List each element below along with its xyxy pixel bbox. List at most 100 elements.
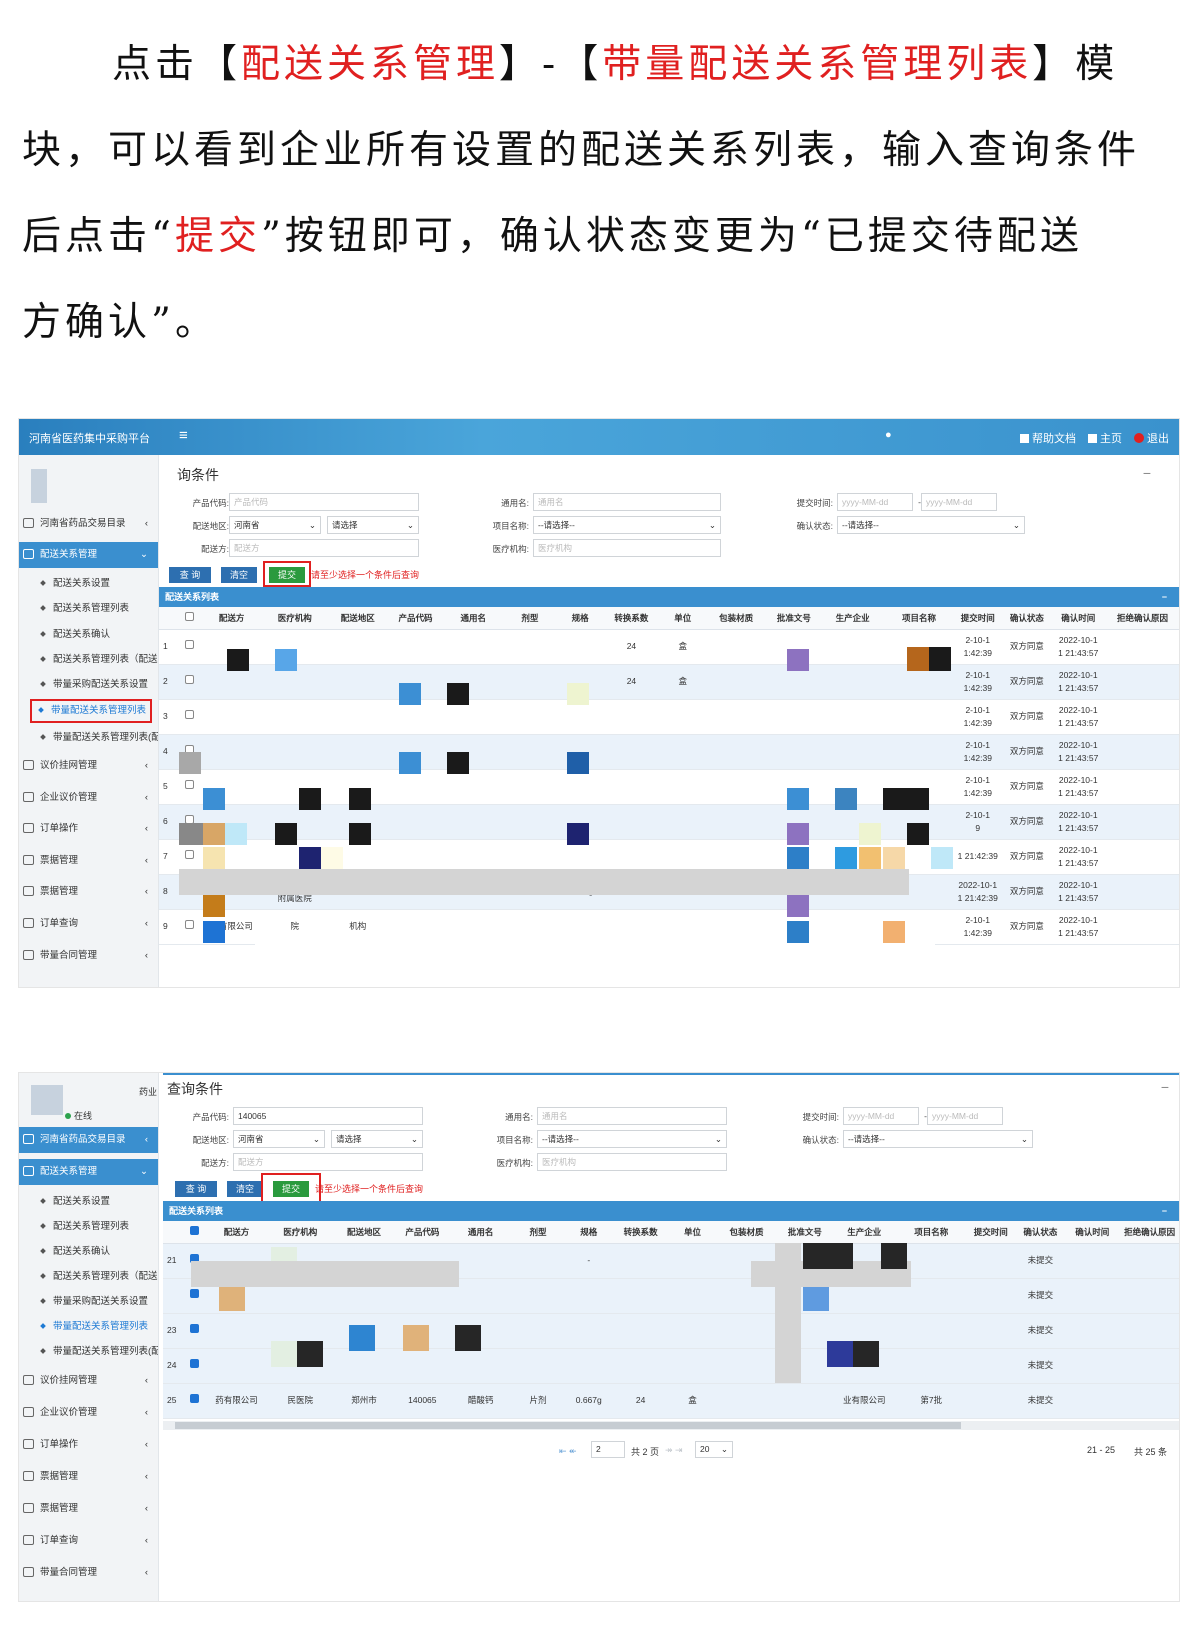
row-checkbox-cell[interactable] [182,1383,207,1419]
scrollbar-thumb[interactable] [175,1422,961,1429]
page-number-input[interactable]: 2 [591,1441,625,1458]
sidebar-sub-item[interactable]: 配送关系管理列表（配送） [19,647,158,673]
sidebar-sub-item[interactable]: 带量配送关系管理列表(配送 [19,725,158,751]
sidebar-item-group[interactable]: 票据管理 ‹ [19,879,158,905]
column-header[interactable]: 提交时间 [966,1221,1015,1244]
product-code-input[interactable]: 产品代码 [229,493,419,511]
sidebar-item-group[interactable]: 企业议价管理 ‹ [19,785,158,811]
sidebar-item-delivery-mgmt[interactable]: 配送关系管理 ⌄ [19,542,158,568]
sidebar-item-group[interactable]: 订单操作 ‹ [19,1432,158,1458]
column-header[interactable]: 剂型 [510,1221,565,1244]
row-checkbox[interactable] [185,710,195,719]
column-header[interactable]: 提交时间 [954,607,1002,630]
sidebar-item-catalog[interactable]: 河南省药品交易目录 ‹ [19,511,158,537]
query-button[interactable]: 查 询 [169,567,211,583]
table-row[interactable]: 3 2-10-1 1:42:39 双方同意 2022-10-1 1 21:43:57 [159,699,1179,735]
sidebar-item-volume-delivery-list[interactable]: 带量配送关系管理列表 [29,698,153,724]
table-row[interactable]: 25 药有限公司 民医院 郑州市 140065 醋酸钙 片剂 0.667g 24 盒 业有限公司 第7… [163,1383,1179,1419]
table-row[interactable]: 1 24 盒 2-10-1 1:42:39 双方同意 2022-10-1 1 21:43:57 [159,629,1179,665]
distributor-input[interactable]: 配送方 [229,539,419,557]
row-checkbox-cell[interactable] [178,769,202,805]
column-header[interactable]: 产品代码 [394,1221,451,1244]
sidebar-item-group[interactable]: 票据管理 ‹ [19,1496,158,1522]
distributor-input[interactable]: 配送方 [233,1153,423,1171]
column-header[interactable]: 拒绝确认原因 [1103,607,1179,630]
province-select[interactable]: 河南省 ⌄ [233,1130,325,1148]
sidebar-item-group[interactable]: 订单操作 ‹ [19,816,158,842]
help-doc-link[interactable]: 帮助文档 [1020,430,1076,446]
column-header[interactable]: 通用名 [450,1221,511,1244]
sidebar-sub-item[interactable]: 配送关系确认 [19,622,158,648]
column-header[interactable]: 剂型 [503,607,557,630]
next-page-icon[interactable]: ↠ ⇥ [665,1445,683,1456]
select-all-checkbox[interactable] [189,1226,199,1236]
row-checkbox[interactable] [185,675,195,684]
column-header[interactable]: 批准文号 [766,607,822,630]
select-all-checkbox-cell[interactable] [178,607,202,630]
column-header[interactable]: 生产企业 [832,1221,896,1244]
column-header[interactable]: 单位 [659,607,707,630]
row-checkbox-cell[interactable] [178,909,202,945]
home-link[interactable]: 主页 [1088,430,1122,446]
sidebar-sub-item[interactable]: 带量采购配送关系设置 [19,1289,158,1315]
row-checkbox[interactable] [189,1394,199,1403]
logout-link[interactable]: 退出 [1134,430,1169,446]
sidebar-item-group[interactable]: 票据管理 ‹ [19,848,158,874]
row-checkbox[interactable] [185,780,195,789]
sidebar-item-group[interactable]: 订单查询 ‹ [19,1528,158,1554]
column-header[interactable]: 单位 [668,1221,717,1244]
column-header[interactable]: 转换系数 [612,1221,669,1244]
project-select[interactable]: --请选择-- ⌄ [537,1130,727,1148]
minimize-icon[interactable]: − [1162,587,1167,607]
sidebar-sub-item[interactable]: 配送关系确认 [19,1239,158,1265]
city-select[interactable]: 请选择 ⌄ [327,516,419,534]
column-header[interactable]: 项目名称 [895,1221,967,1244]
submit-time-start-input[interactable]: yyyy-MM-dd [843,1107,919,1125]
minimize-icon[interactable]: − [1162,1201,1167,1221]
row-checkbox[interactable] [189,1289,199,1298]
submit-time-start-input[interactable]: yyyy-MM-dd [837,493,913,511]
page-size-select[interactable]: 20 ⌄ [695,1441,733,1458]
submit-time-end-input[interactable]: yyyy-MM-dd [927,1107,1003,1125]
sidebar-sub-item[interactable]: 配送关系管理列表 [19,596,158,622]
column-header[interactable]: 拒绝确认原因 [1118,1221,1179,1244]
column-header[interactable]: 批准文号 [776,1221,833,1244]
horizontal-scrollbar[interactable] [163,1421,1179,1430]
column-header[interactable]: 配送地区 [333,1221,395,1244]
table-row[interactable]: 4 2-10-1 1:42:39 双方同意 2022-10-1 1 21:43:57 [159,734,1179,770]
sidebar-item-delivery-mgmt[interactable]: 配送关系管理 ⌄ [19,1159,158,1185]
column-header[interactable]: 配送地区 [327,607,388,630]
column-header[interactable]: 确认状态 [1001,607,1053,630]
column-header[interactable]: 项目名称 [883,607,955,630]
sidebar-sub-item[interactable]: 配送关系设置 [19,571,158,597]
sidebar-item-group[interactable]: 企业议价管理 ‹ [19,1400,158,1426]
sidebar-item-group[interactable]: 议价挂网管理 ‹ [19,1368,158,1394]
column-header[interactable]: 配送方 [201,607,262,630]
city-select[interactable]: 请选择 ⌄ [331,1130,423,1148]
row-checkbox[interactable] [185,850,195,859]
row-checkbox[interactable] [189,1324,199,1333]
clear-button[interactable]: 清空 [227,1181,263,1197]
clear-button[interactable]: 清空 [221,567,257,583]
row-checkbox-cell[interactable] [182,1313,207,1349]
select-all-checkbox[interactable] [185,612,195,622]
column-header[interactable]: 规格 [564,1221,613,1244]
column-header[interactable]: 通用名 [443,607,504,630]
province-select[interactable]: 河南省 ⌄ [229,516,321,534]
column-header[interactable]: 包装材质 [716,1221,777,1244]
sidebar-sub-item[interactable]: 配送关系管理列表 [19,1214,158,1240]
column-header[interactable]: 确认时间 [1052,607,1104,630]
sidebar-item-group[interactable]: 订单查询 ‹ [19,911,158,937]
column-header[interactable]: 生产企业 [821,607,884,630]
confirm-status-select[interactable]: --请选择-- ⌄ [837,516,1025,534]
sidebar-item-group[interactable]: 带量合同管理 ‹ [19,943,158,969]
generic-name-input[interactable]: 通用名 [537,1107,727,1125]
select-all-checkbox-cell[interactable] [182,1221,207,1244]
column-header[interactable]: 包装材质 [706,607,767,630]
row-checkbox-cell[interactable] [178,699,202,735]
column-header[interactable]: 确认状态 [1014,1221,1067,1244]
row-checkbox-cell[interactable] [178,629,202,665]
column-header[interactable]: 配送方 [206,1221,267,1244]
menu-toggle-icon[interactable]: ≡ [179,427,188,444]
sidebar-sub-item[interactable]: 带量采购配送关系设置 [19,672,158,698]
